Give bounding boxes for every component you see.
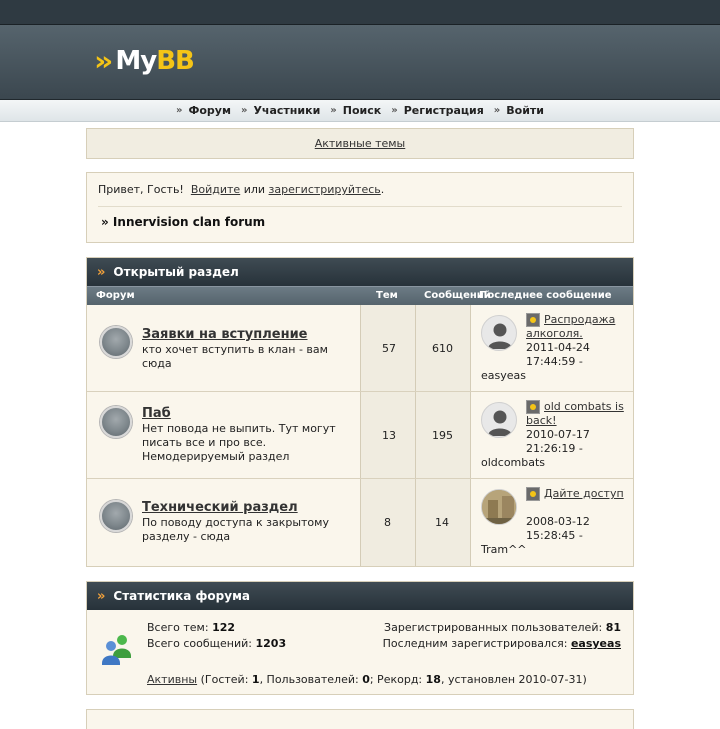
chevron-icon: »	[97, 264, 106, 280]
chevron-icon: »	[330, 105, 337, 116]
top-strip	[0, 0, 720, 25]
forum-status-icon	[100, 406, 132, 438]
welcome-panel: Привет, Гость! Войдите или зарегистрируй…	[86, 172, 634, 243]
forum-title-link[interactable]: Паб	[142, 406, 171, 421]
avatar[interactable]	[481, 489, 517, 525]
site-header: » MyBB	[0, 25, 720, 100]
chevron-icon: »	[97, 588, 106, 604]
forum-row: Заявки на вступление кто хочет вступить …	[87, 305, 633, 392]
registered-users: Зарегистрированных пользователей: 81	[384, 621, 621, 634]
stats-panel: » Статистика форума Всего тем: 122 Всего…	[86, 581, 634, 695]
mybb-logo[interactable]: » MyBB	[94, 41, 195, 81]
last-post-date: 2008-03-12 15:28:45 -	[526, 515, 590, 542]
topics-count: 57	[382, 342, 396, 355]
stats-title: Статистика форума	[113, 589, 250, 603]
category-header[interactable]: » Открытый раздел	[87, 258, 633, 286]
total-topics: Всего тем: 122	[147, 621, 236, 634]
main-menu: » Форум » Участники » Поиск » Регистрация » В…	[0, 100, 720, 122]
last-post-date: 2011-04-24 17:44:59 -	[526, 341, 590, 368]
topics-count: 8	[384, 516, 391, 529]
last-post-link[interactable]: Дайте доступ	[526, 487, 626, 501]
active-topics-link[interactable]: Активные темы	[315, 137, 406, 150]
forum-title-link[interactable]: Заявки на вступление	[142, 327, 308, 342]
forum-row: Технический раздел По поводу доступа к з…	[87, 479, 633, 566]
menu-register[interactable]: » Регистрация	[391, 104, 484, 117]
last-post-link[interactable]: old combats is back!	[526, 400, 626, 428]
divider	[98, 206, 622, 207]
posts-count: 195	[432, 429, 453, 442]
posts-count: 610	[432, 342, 453, 355]
last-registered: Последним зарегистрировался: easyeas	[382, 637, 621, 650]
col-topics: Тем	[376, 290, 398, 301]
chevron-icon: »	[493, 105, 501, 116]
menu-search[interactable]: » Поиск	[330, 104, 381, 117]
forum-description: По поводу доступа к закрытому разделу - …	[142, 516, 329, 543]
online-link[interactable]: Активны	[147, 673, 197, 686]
menu-forum[interactable]: » Форум	[176, 104, 231, 117]
category-table: » Открытый раздел Форум Тем Сообщений По…	[86, 257, 634, 567]
col-last-post: Последнее сообщение	[479, 290, 612, 301]
forum-title-link[interactable]: Технический раздел	[142, 500, 298, 515]
online-line: Активны (Гостей: 1, Пользователей: 0; Ре…	[147, 673, 587, 686]
avatar[interactable]	[481, 315, 517, 351]
welcome-line: Привет, Гость! Войдите или зарегистрируй…	[98, 183, 385, 196]
last-post-link[interactable]: Распродажа алкоголя.	[526, 313, 626, 341]
chevron-icon: »	[240, 105, 248, 116]
col-forum: Форум	[96, 290, 135, 301]
avatar[interactable]	[481, 402, 517, 438]
forum-status-icon	[100, 500, 132, 532]
or-text: или	[243, 183, 266, 196]
greeting-text: Привет, Гость!	[98, 183, 184, 196]
forum-row: Паб Нет повода не выпить. Тут могут писа…	[87, 392, 633, 479]
login-link[interactable]: Войдите	[191, 183, 240, 196]
board-name[interactable]: » Innervision clan forum	[98, 215, 622, 229]
column-headers: Форум Тем Сообщений Последнее сообщение	[87, 286, 633, 305]
forum-status-icon	[100, 326, 132, 358]
users-icon	[100, 632, 134, 666]
stats-body: Всего тем: 122 Всего сообщений: 1203 Зар…	[87, 610, 633, 696]
stats-header[interactable]: » Статистика форума	[87, 582, 633, 610]
last-post-user[interactable]: Tram^^	[481, 543, 527, 556]
logo-chevron-icon: »	[94, 45, 114, 77]
forum-description: Нет повода не выпить. Тут могут писать в…	[142, 422, 336, 463]
next-panel	[86, 709, 634, 729]
posts-count: 14	[435, 516, 449, 529]
category-title: Открытый раздел	[113, 265, 239, 279]
total-posts: Всего сообщений: 1203	[147, 637, 287, 650]
last-post-user[interactable]: oldcombats	[481, 456, 545, 469]
register-link[interactable]: зарегистрируйтесь	[269, 183, 381, 196]
last-post-user[interactable]: easyeas	[481, 369, 526, 382]
last-post-date: 2010-07-17 21:26:19 -	[526, 428, 590, 455]
last-registered-user-link[interactable]: easyeas	[571, 637, 621, 650]
menu-login[interactable]: » Войти	[494, 104, 544, 117]
chevron-icon: »	[391, 105, 398, 116]
menu-members[interactable]: » Участники	[241, 104, 320, 117]
logo-text: MyBB	[115, 46, 194, 76]
topics-count: 13	[382, 429, 396, 442]
forum-description: кто хочет вступить в клан - вам сюда	[142, 343, 328, 370]
active-topics-panel: Активные темы	[86, 128, 634, 159]
chevron-icon: »	[176, 105, 183, 116]
